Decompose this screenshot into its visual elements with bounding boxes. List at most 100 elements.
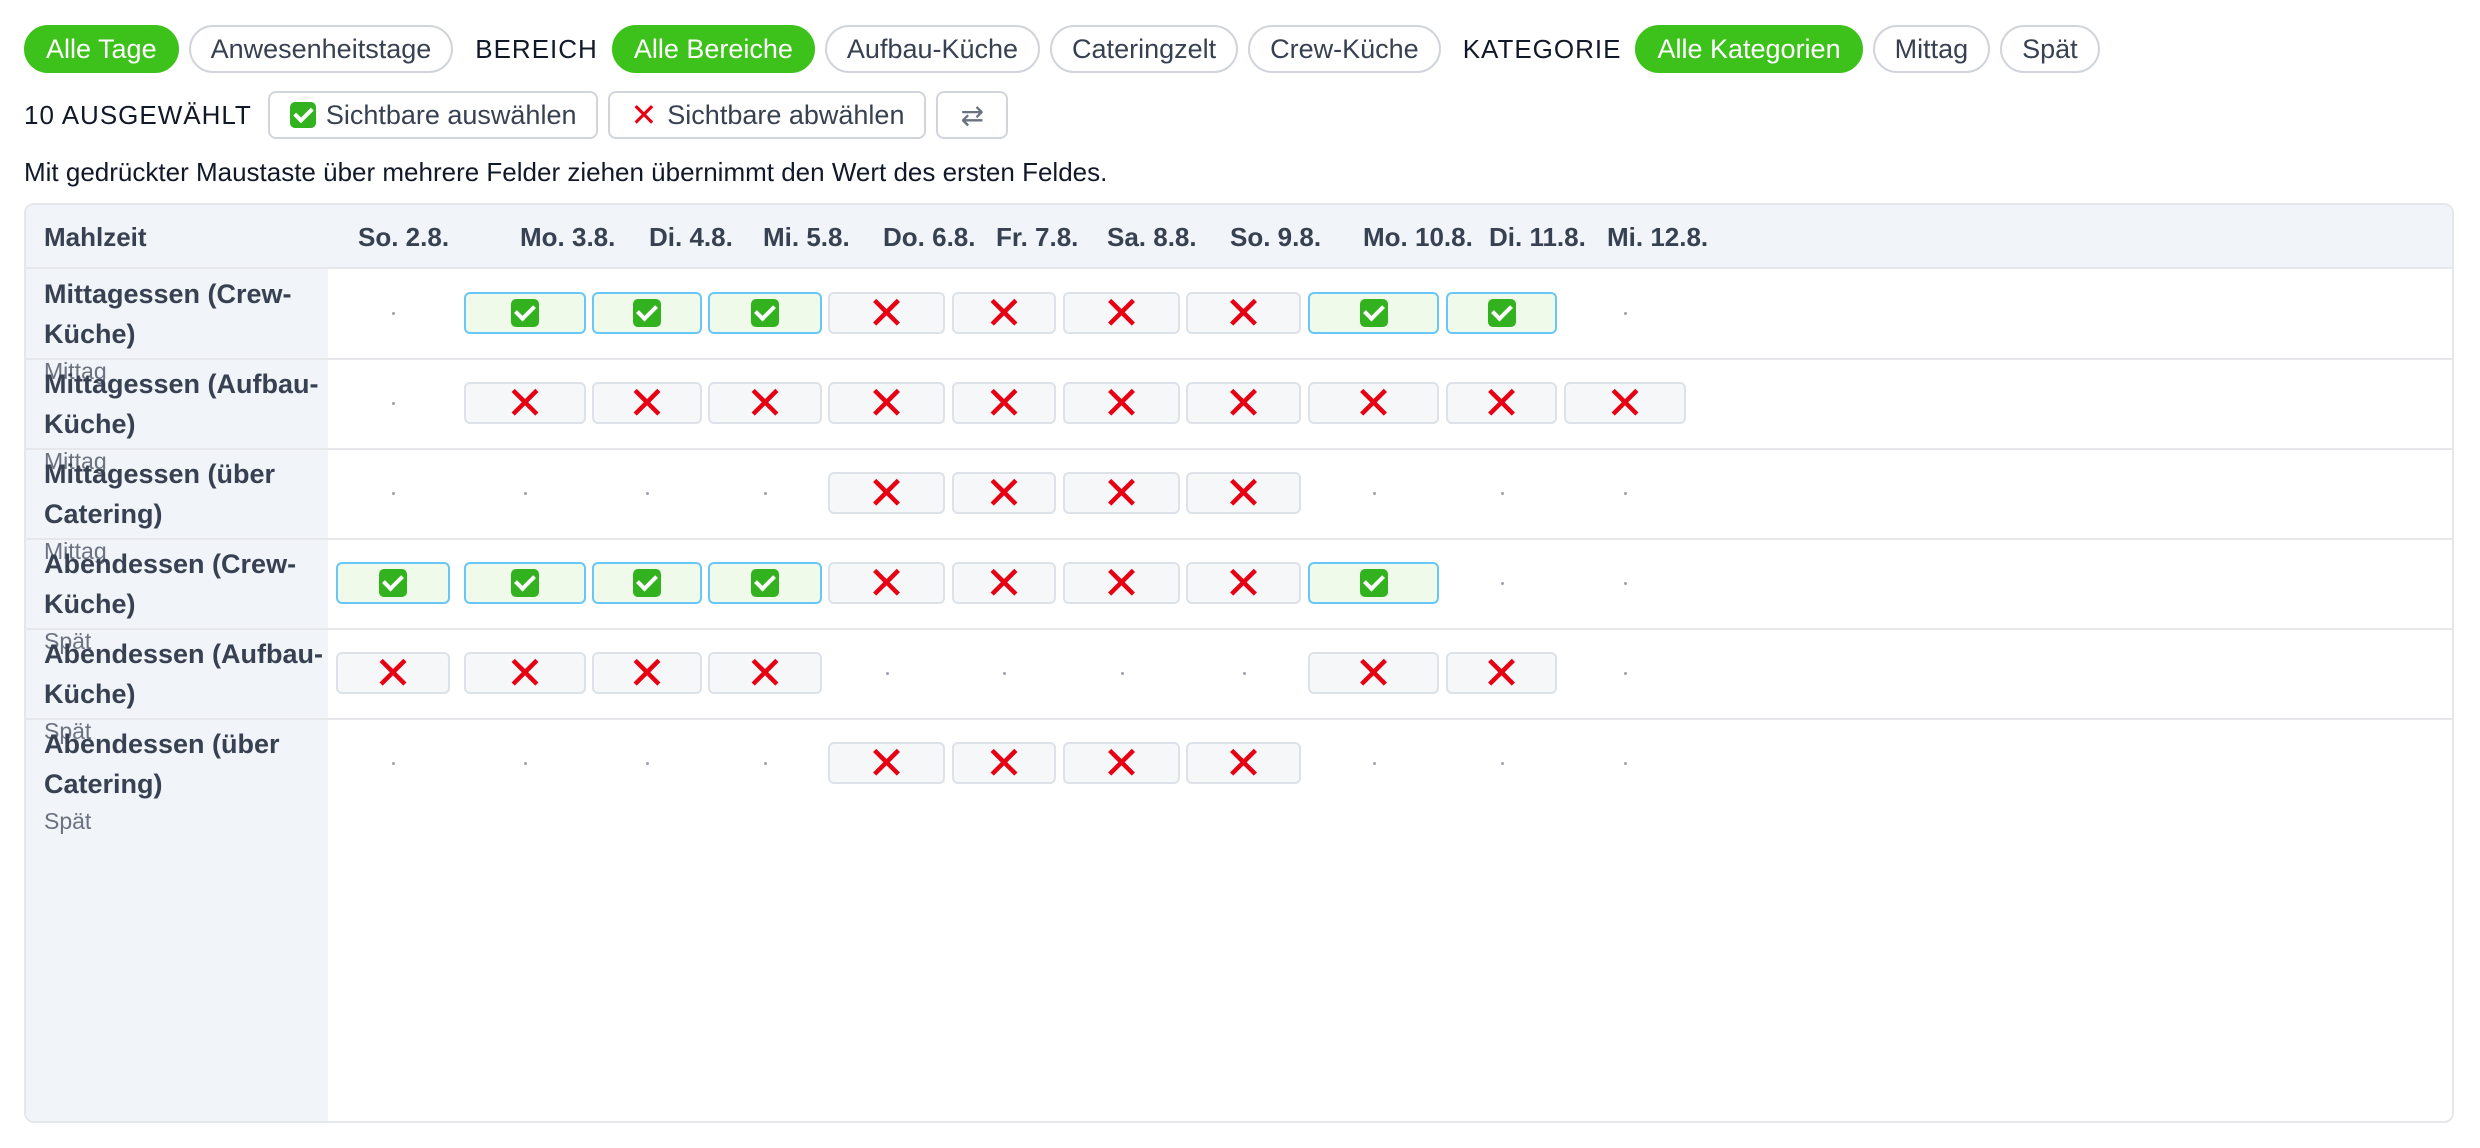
cross-icon: ✕ bbox=[505, 647, 545, 699]
empty-cell bbox=[392, 492, 395, 495]
meal-cell-unselected[interactable]: ✕ bbox=[828, 287, 945, 339]
column-header-day: Di. 4.8. bbox=[649, 221, 733, 252]
meal-name: Mittagessen (über Catering) bbox=[44, 459, 276, 529]
column-header-day: Mi. 12.8. bbox=[1607, 221, 1709, 252]
meal-cell-unselected[interactable]: ✕ bbox=[1186, 740, 1301, 786]
cross-icon: ✕ bbox=[867, 287, 906, 339]
check-icon bbox=[1359, 569, 1388, 597]
check-icon bbox=[1487, 299, 1516, 327]
meal-cell-selected[interactable] bbox=[1308, 562, 1439, 604]
row-divider bbox=[26, 718, 2452, 720]
cross-icon: ✕ bbox=[1605, 377, 1645, 429]
column-header-day: Sa. 8.8. bbox=[1107, 221, 1197, 252]
meal-cell-unselected[interactable]: ✕ bbox=[952, 740, 1056, 786]
empty-cell bbox=[1500, 492, 1504, 495]
deselect-visible-button[interactable]: ✕ Sichtbare abwählen bbox=[608, 91, 927, 139]
empty-cell bbox=[1624, 312, 1627, 315]
meal-cell-unselected[interactable]: ✕ bbox=[952, 287, 1056, 339]
cross-icon: ✕ bbox=[1354, 647, 1393, 699]
meal-cell-unselected[interactable]: ✕ bbox=[1186, 560, 1301, 606]
empty-cell bbox=[646, 492, 649, 495]
cross-icon: ✕ bbox=[867, 737, 906, 789]
cross-icon: ✕ bbox=[627, 377, 667, 429]
meal-cell-selected[interactable] bbox=[1308, 292, 1439, 334]
meal-cell-unselected[interactable]: ✕ bbox=[1564, 377, 1686, 429]
row-divider bbox=[26, 448, 2452, 450]
meal-cell-unselected[interactable]: ✕ bbox=[1186, 380, 1301, 426]
meal-cell-unselected[interactable]: ✕ bbox=[708, 650, 822, 696]
meal-cell-unselected[interactable]: ✕ bbox=[592, 377, 702, 429]
meal-cell-unselected[interactable]: ✕ bbox=[1308, 647, 1439, 699]
cross-icon: ✕ bbox=[1482, 647, 1521, 699]
cross-icon: ✕ bbox=[505, 377, 545, 429]
check-icon bbox=[511, 569, 539, 597]
meal-cell-unselected[interactable]: ✕ bbox=[828, 377, 945, 429]
column-header-day: Mo. 3.8. bbox=[520, 221, 616, 252]
meal-cell-unselected[interactable]: ✕ bbox=[1446, 647, 1557, 699]
filter-area-alle-bereiche[interactable]: Alle Bereiche bbox=[611, 25, 815, 73]
select-visible-button[interactable]: Sichtbare auswählen bbox=[267, 91, 599, 139]
meal-cell-unselected[interactable]: ✕ bbox=[1446, 377, 1557, 429]
meal-row-label: Abendessen (über Catering) Spät bbox=[44, 724, 324, 835]
meal-cell-unselected[interactable]: ✕ bbox=[952, 557, 1056, 609]
meal-cell-selected[interactable] bbox=[708, 292, 822, 334]
meal-cell-unselected[interactable]: ✕ bbox=[708, 380, 822, 426]
meal-cell-selected[interactable] bbox=[464, 292, 586, 334]
meal-cell-unselected[interactable]: ✕ bbox=[828, 470, 945, 516]
cross-icon: ✕ bbox=[1482, 377, 1521, 429]
meal-cell-unselected[interactable]: ✕ bbox=[1063, 290, 1180, 336]
cross-icon: ✕ bbox=[984, 557, 1024, 609]
swap-icon: ⇄ bbox=[960, 99, 984, 131]
meal-name: Mittagessen (Aufbau-Küche) bbox=[44, 369, 319, 439]
meal-cell-unselected[interactable]: ✕ bbox=[1063, 740, 1180, 786]
filter-area-cateringzelt[interactable]: Cateringzelt bbox=[1050, 25, 1239, 73]
filter-area-aufbau-kueche[interactable]: Aufbau-Küche bbox=[824, 25, 1041, 73]
meal-cell-selected[interactable] bbox=[336, 562, 450, 604]
meal-cell-unselected[interactable]: ✕ bbox=[464, 377, 586, 429]
meal-cell-unselected[interactable]: ✕ bbox=[828, 557, 945, 609]
meal-cell-unselected[interactable]: ✕ bbox=[336, 650, 450, 696]
meal-cell-selected[interactable] bbox=[708, 562, 822, 604]
check-icon bbox=[289, 102, 316, 128]
meal-cell-selected[interactable] bbox=[592, 292, 702, 334]
meal-cell-unselected[interactable]: ✕ bbox=[1186, 290, 1301, 336]
filter-category-spaet[interactable]: Spät bbox=[2000, 25, 2100, 73]
cross-icon: ✕ bbox=[1354, 377, 1393, 429]
selected-count: 10 AUSGEWÄHLT bbox=[24, 99, 252, 130]
filter-area-crew-kueche[interactable]: Crew-Küche bbox=[1248, 25, 1441, 73]
empty-cell bbox=[1242, 672, 1246, 675]
meal-cell-unselected[interactable]: ✕ bbox=[1308, 377, 1439, 429]
cross-icon: ✕ bbox=[627, 647, 667, 699]
meal-cell-unselected[interactable]: ✕ bbox=[592, 647, 702, 699]
meal-cell-selected[interactable] bbox=[464, 562, 586, 604]
cross-icon: ✕ bbox=[867, 557, 906, 609]
empty-cell bbox=[392, 402, 395, 405]
meal-cell-selected[interactable] bbox=[1446, 292, 1557, 334]
meal-cell-unselected[interactable]: ✕ bbox=[464, 647, 586, 699]
empty-cell bbox=[1624, 762, 1627, 765]
meal-cell-unselected[interactable]: ✕ bbox=[828, 737, 945, 789]
meal-cell-selected[interactable] bbox=[592, 562, 702, 604]
meal-cell-unselected[interactable]: ✕ bbox=[1063, 380, 1180, 426]
check-icon bbox=[633, 569, 661, 597]
filter-category-alle-kategorien[interactable]: Alle Kategorien bbox=[1635, 25, 1863, 73]
empty-cell bbox=[1624, 492, 1627, 495]
check-icon bbox=[1359, 299, 1388, 327]
meal-cell-unselected[interactable]: ✕ bbox=[1186, 470, 1301, 516]
meal-cell-unselected[interactable]: ✕ bbox=[1063, 560, 1180, 606]
filter-day-anwesenheitstage[interactable]: Anwesenheitstage bbox=[188, 25, 454, 73]
cross-icon: ✕ bbox=[867, 377, 906, 429]
check-icon bbox=[379, 569, 407, 597]
meal-cell-unselected[interactable]: ✕ bbox=[1063, 470, 1180, 516]
meal-table: Mahlzeit So. 2.8. Mo. 3.8. Di. 4.8. Mi. 5.8.… bbox=[24, 203, 2454, 1123]
meal-name: Abendessen (Crew-Küche) bbox=[44, 549, 297, 619]
meal-cell-unselected[interactable]: ✕ bbox=[952, 380, 1056, 426]
meal-name: Mittagessen (Crew-Küche) bbox=[44, 279, 292, 349]
column-header-day: So. 2.8. bbox=[358, 221, 450, 252]
filter-category-mittag[interactable]: Mittag bbox=[1872, 25, 1991, 73]
cross-icon: ✕ bbox=[984, 287, 1024, 339]
meal-cell-unselected[interactable]: ✕ bbox=[952, 470, 1056, 516]
filter-day-alle-tage[interactable]: Alle Tage bbox=[24, 25, 179, 73]
empty-cell bbox=[1624, 672, 1627, 675]
invert-selection-button[interactable]: ⇄ bbox=[936, 91, 1008, 139]
